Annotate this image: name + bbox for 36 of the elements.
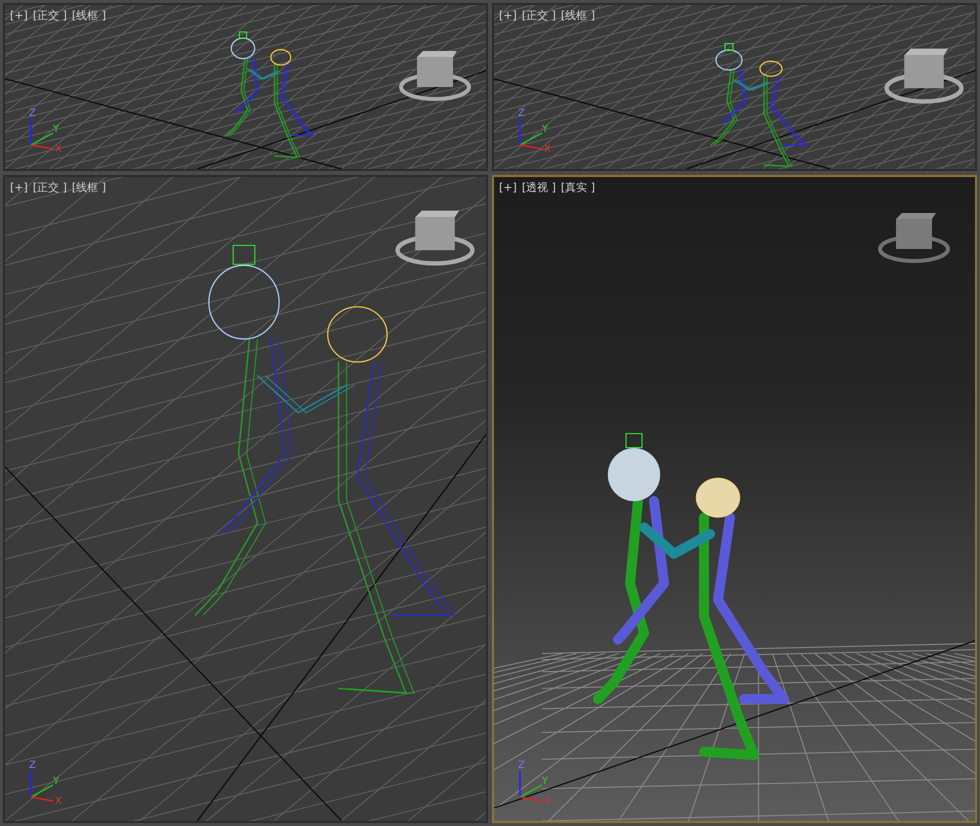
view-cube-icon[interactable] xyxy=(399,51,471,101)
axis-label: X xyxy=(55,796,62,807)
axis-label: X xyxy=(55,144,62,155)
viewport-menu[interactable]: [+] xyxy=(10,8,28,24)
axis-label: X xyxy=(544,144,551,155)
axis-tripod-icon xyxy=(30,119,54,150)
axis-tripod-icon xyxy=(30,771,54,802)
viewport[interactable]: [+] [正交 ] [线框 ] Z Y X xyxy=(3,3,488,171)
axis-tripod-icon xyxy=(519,119,542,150)
viewport-menu[interactable]: [+] xyxy=(499,8,517,24)
shading-mode-label[interactable]: [真实 ] xyxy=(560,180,595,196)
viewport[interactable]: [+] [正交 ] [线框 ] Z Y X xyxy=(492,3,977,171)
viewport-menu[interactable]: [+] xyxy=(10,180,28,196)
shading-mode-label[interactable]: [线框 ] xyxy=(72,180,106,196)
axis-label: X xyxy=(544,796,551,807)
viewport[interactable]: [+] [正交 ] [线框 ] Z Y X xyxy=(3,175,488,823)
axis-label: Y xyxy=(542,124,548,135)
view-mode-label[interactable]: [正交 ] xyxy=(32,180,67,196)
axis-label: Y xyxy=(542,776,548,787)
view-cube-icon[interactable] xyxy=(884,48,964,104)
view-cube-icon[interactable] xyxy=(878,213,950,263)
axis-label: Y xyxy=(53,776,60,787)
view-cube-icon[interactable] xyxy=(395,210,475,266)
shading-mode-label[interactable]: [线框 ] xyxy=(72,8,106,24)
axis-label: Z xyxy=(29,760,36,771)
shading-mode-label[interactable]: [线框 ] xyxy=(560,8,595,24)
viewport[interactable]: [+] [透视 ] [真实 ] Z Y X xyxy=(492,175,977,823)
axis-label: Z xyxy=(518,108,525,119)
view-mode-label[interactable]: [正交 ] xyxy=(522,8,556,24)
view-mode-label[interactable]: [透视 ] xyxy=(522,180,556,196)
axis-label: Z xyxy=(29,108,36,119)
viewport-menu[interactable]: [+] xyxy=(499,180,517,196)
axis-label: Z xyxy=(518,760,525,771)
axis-label: Y xyxy=(53,124,60,135)
axis-tripod-icon xyxy=(519,771,542,802)
view-mode-label[interactable]: [正交 ] xyxy=(32,8,67,24)
